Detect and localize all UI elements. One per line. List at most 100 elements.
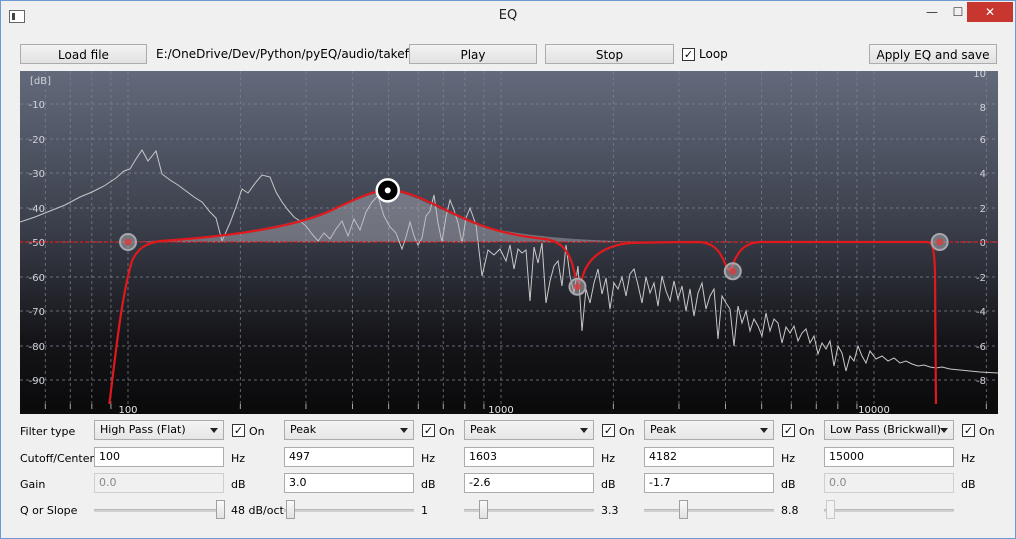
filter-type-select-5[interactable]: Low Pass (Brickwall) bbox=[824, 420, 954, 440]
right-axis-label: 4 bbox=[980, 169, 986, 180]
filter-type-select-4[interactable]: Peak bbox=[644, 420, 774, 440]
right-axis-label: -4 bbox=[976, 307, 986, 318]
x-axis-tick-label: 100 bbox=[118, 405, 137, 414]
right-axis-label: 8 bbox=[980, 103, 986, 114]
right-axis-label: -8 bbox=[976, 376, 986, 387]
left-axis-label: -80 bbox=[29, 342, 45, 353]
spectrum-line bbox=[20, 149, 998, 374]
eq-response-curve bbox=[106, 188, 938, 414]
close-button[interactable]: ✕ bbox=[967, 2, 1013, 22]
cutoff-center-label: Cutoff/Center bbox=[20, 452, 95, 465]
filter-type-value: High Pass (Flat) bbox=[100, 423, 186, 436]
eq-plot-canvas[interactable]: -10 -20 -30 -40 -50 -60 -70 -80 -90 [dB] 10 8 6 4 2 0 -… bbox=[20, 71, 998, 414]
q-value-label: 1 bbox=[421, 504, 428, 517]
filter-type-value: Peak bbox=[470, 423, 497, 436]
filter-on-label: On bbox=[249, 425, 265, 438]
filter-on-checkbox-4[interactable]: ✓ bbox=[782, 424, 795, 437]
slider-handle[interactable] bbox=[216, 500, 225, 519]
filter-on-checkbox-1[interactable]: ✓ bbox=[232, 424, 245, 437]
db-unit-label: dB bbox=[231, 478, 246, 491]
cutoff-input-3[interactable]: 1603 bbox=[464, 447, 594, 467]
left-axis-label: -60 bbox=[29, 273, 45, 284]
eq-plot[interactable]: -10 -20 -30 -40 -50 -60 -70 -80 -90 [dB] 10 8 6 4 2 0 -… bbox=[20, 71, 998, 414]
cutoff-input-5[interactable]: 15000 bbox=[824, 447, 954, 467]
filter-on-label: On bbox=[619, 425, 635, 438]
filter-type-select-2[interactable]: Peak bbox=[284, 420, 414, 440]
right-axis-label: -6 bbox=[976, 342, 986, 353]
left-axis-label: -30 bbox=[29, 169, 45, 180]
chevron-down-icon bbox=[400, 428, 408, 433]
cutoff-input-4[interactable]: 4182 bbox=[644, 447, 774, 467]
hz-unit-label: Hz bbox=[231, 452, 246, 465]
q-value-label: 8.8 bbox=[781, 504, 799, 517]
q-slope-label: Q or Slope bbox=[20, 504, 78, 517]
gain-input-2[interactable]: 3.0 bbox=[284, 473, 414, 493]
db-unit-label: [dB] bbox=[30, 76, 51, 87]
chevron-down-icon bbox=[940, 428, 948, 433]
left-axis-label: -40 bbox=[29, 204, 45, 215]
filter-type-select-1[interactable]: High Pass (Flat) bbox=[94, 420, 224, 440]
stop-button[interactable]: Stop bbox=[545, 44, 674, 64]
left-axis-label: -50 bbox=[29, 238, 45, 249]
slider-handle[interactable] bbox=[286, 500, 295, 519]
left-axis-label: -20 bbox=[29, 135, 45, 146]
filter-handle-dot bbox=[936, 238, 944, 246]
x-axis-tick-label: 1000 bbox=[488, 405, 513, 414]
apply-eq-save-button[interactable]: Apply EQ and save bbox=[869, 44, 997, 64]
filter-type-label: Filter type bbox=[20, 425, 76, 438]
q-slider-3[interactable] bbox=[464, 500, 594, 520]
hz-unit-label: Hz bbox=[961, 452, 976, 465]
slider-track bbox=[284, 509, 414, 512]
cutoff-input-2[interactable]: 497 bbox=[284, 447, 414, 467]
gain-input-5: 0.0 bbox=[824, 473, 954, 493]
filter-on-label: On bbox=[439, 425, 455, 438]
slider-handle[interactable] bbox=[679, 500, 688, 519]
slider-track bbox=[824, 509, 954, 512]
right-axis-label: 6 bbox=[980, 135, 986, 146]
q-slider-1[interactable] bbox=[94, 500, 225, 520]
filter-type-value: Low Pass (Brickwall) bbox=[830, 423, 941, 436]
filter-type-value: Peak bbox=[650, 423, 677, 436]
slider-handle bbox=[826, 500, 835, 519]
loop-label: Loop bbox=[699, 47, 728, 61]
q-slider-5 bbox=[824, 500, 954, 520]
filter-on-checkbox-3[interactable]: ✓ bbox=[602, 424, 615, 437]
q-value-label: 48 dB/oct bbox=[231, 504, 284, 517]
right-axis-label: 10 bbox=[973, 71, 986, 80]
filter-handle-dot bbox=[573, 283, 581, 291]
right-axis-label: 2 bbox=[980, 204, 986, 215]
gain-input-1: 0.0 bbox=[94, 473, 224, 493]
q-slider-2[interactable] bbox=[284, 500, 414, 520]
cutoff-input-1[interactable]: 100 bbox=[94, 447, 224, 467]
hz-unit-label: Hz bbox=[601, 452, 616, 465]
load-file-button[interactable]: Load file bbox=[20, 44, 147, 64]
play-button[interactable]: Play bbox=[409, 44, 537, 64]
chevron-down-icon bbox=[210, 428, 218, 433]
filter-type-value: Peak bbox=[290, 423, 317, 436]
left-axis-label: -10 bbox=[29, 100, 45, 111]
left-axis-label: -90 bbox=[29, 376, 45, 387]
right-axis-label: -2 bbox=[976, 273, 986, 284]
minimize-button[interactable]: — bbox=[919, 2, 945, 22]
filter-on-checkbox-5[interactable]: ✓ bbox=[962, 424, 975, 437]
eq-window: EQ — ☐ ✕ Load file E:/OneDrive/Dev/Pytho… bbox=[0, 0, 1016, 539]
slider-track bbox=[644, 509, 774, 512]
db-unit-label: dB bbox=[961, 478, 976, 491]
chevron-down-icon bbox=[580, 428, 588, 433]
x-axis-tick-label: 10000 bbox=[858, 405, 890, 414]
filter-on-label: On bbox=[799, 425, 815, 438]
db-unit-label: dB bbox=[601, 478, 616, 491]
q-value-label: 3.3 bbox=[601, 504, 619, 517]
right-axis-label: 0 bbox=[980, 238, 986, 249]
db-unit-label: dB bbox=[421, 478, 436, 491]
filter-type-select-3[interactable]: Peak bbox=[464, 420, 594, 440]
left-db-axis: -10 -20 -30 -40 -50 -60 -70 -80 -90 [dB] bbox=[29, 76, 51, 387]
q-slider-4[interactable] bbox=[644, 500, 774, 520]
gain-input-3[interactable]: -2.6 bbox=[464, 473, 594, 493]
loop-checkbox[interactable]: ✓ bbox=[682, 48, 695, 61]
hz-unit-label: Hz bbox=[781, 452, 796, 465]
slider-handle[interactable] bbox=[479, 500, 488, 519]
gain-label: Gain bbox=[20, 478, 46, 491]
gain-input-4[interactable]: -1.7 bbox=[644, 473, 774, 493]
filter-on-checkbox-2[interactable]: ✓ bbox=[422, 424, 435, 437]
